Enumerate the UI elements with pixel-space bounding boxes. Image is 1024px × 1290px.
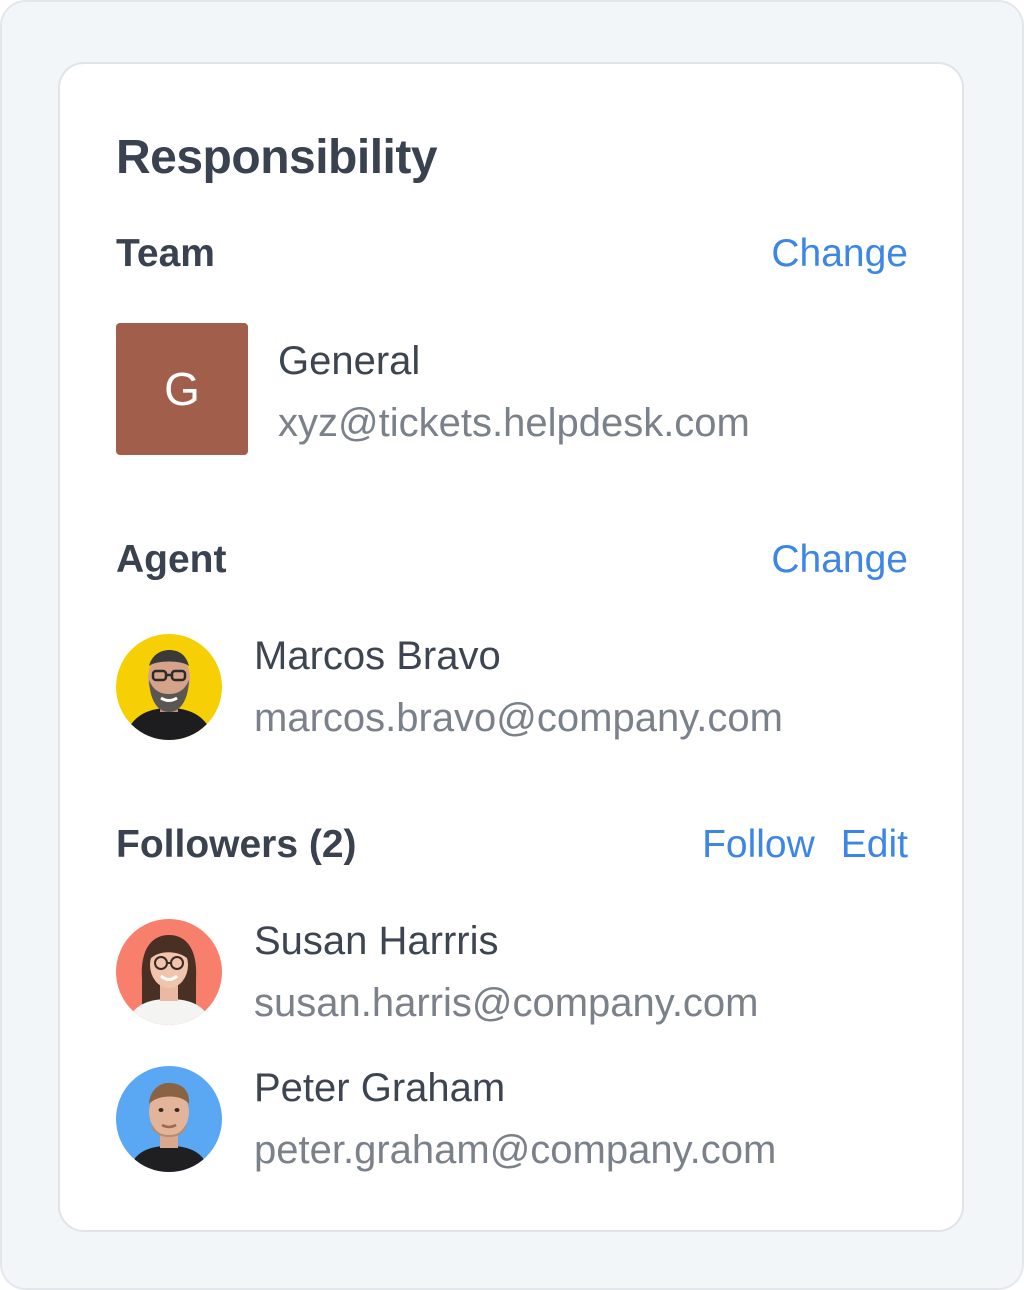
follower-email: susan.harris@company.com	[254, 981, 759, 1025]
follower-entry[interactable]: Susan Harrris susan.harris@company.com	[116, 909, 908, 1041]
agent-heading: Agent	[116, 538, 227, 581]
agent-avatar	[116, 634, 222, 740]
team-heading: Team	[116, 232, 215, 275]
team-email: xyz@tickets.helpdesk.com	[278, 401, 750, 445]
followers-heading: Followers (2)	[116, 823, 357, 866]
agent-change-link[interactable]: Change	[771, 538, 908, 582]
agent-section-header: Agent Change	[116, 538, 908, 586]
team-actions: Change	[771, 232, 908, 276]
page-frame: Responsibility Team Change G General xyz…	[0, 0, 1024, 1290]
follower-avatar	[116, 1066, 222, 1172]
edit-followers-link[interactable]: Edit	[841, 823, 908, 867]
followers-section-header: Followers (2) Follow Edit	[116, 823, 908, 871]
follower-email: peter.graham@company.com	[254, 1128, 777, 1172]
follower-entry[interactable]: Peter Graham peter.graham@company.com	[116, 1056, 908, 1188]
follower-name: Peter Graham	[254, 1066, 506, 1110]
followers-actions: Follow Edit	[702, 823, 908, 867]
team-avatar: G	[116, 323, 248, 455]
agent-name: Marcos Bravo	[254, 634, 501, 678]
agent-entry[interactable]: Marcos Bravo marcos.bravo@company.com	[116, 624, 908, 756]
team-section-header: Team Change	[116, 232, 908, 280]
panel-title: Responsibility	[116, 131, 438, 184]
responsibility-card: Responsibility Team Change G General xyz…	[58, 62, 964, 1232]
agent-actions: Change	[771, 538, 908, 582]
team-entry[interactable]: G General xyz@tickets.helpdesk.com	[116, 323, 908, 455]
team-change-link[interactable]: Change	[771, 232, 908, 276]
follower-avatar	[116, 919, 222, 1025]
follower-name: Susan Harrris	[254, 919, 499, 963]
agent-email: marcos.bravo@company.com	[254, 696, 783, 740]
follow-link[interactable]: Follow	[702, 823, 815, 867]
team-name: General	[278, 339, 421, 383]
